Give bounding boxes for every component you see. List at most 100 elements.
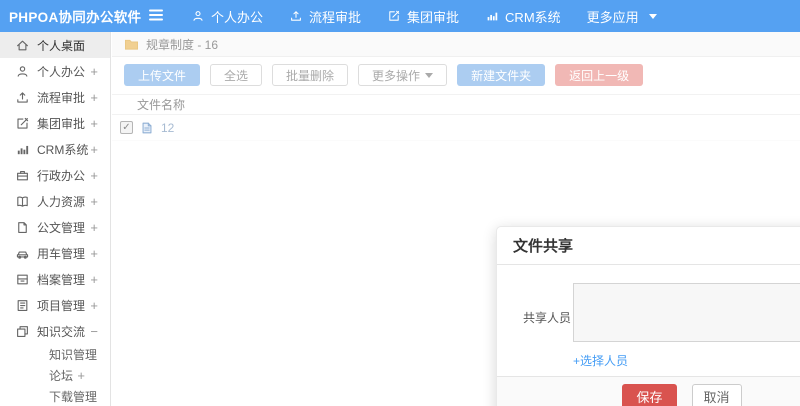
chart-icon xyxy=(15,142,30,157)
sidebar-item-label: 流程审批 xyxy=(37,90,86,105)
file-icon xyxy=(140,121,154,135)
topnav-item-4[interactable]: CRM系统 xyxy=(472,0,574,32)
file-row: ✓ 12 xyxy=(112,115,800,141)
breadcrumb-label: 规章制度 - 16 xyxy=(146,37,219,52)
folder-icon xyxy=(124,38,139,51)
expand-icon[interactable]: + xyxy=(90,299,98,312)
top-nav: 个人办公 流程审批 集团审批 CRM系统 更多应用 xyxy=(178,0,670,32)
hamburger-menu-icon[interactable] xyxy=(148,8,164,27)
upload-icon xyxy=(15,90,30,105)
sidebar-item-label: 公文管理 xyxy=(37,220,86,235)
save-button[interactable]: 保存 xyxy=(622,384,677,406)
project-icon xyxy=(15,298,30,313)
car-icon xyxy=(15,246,30,261)
toolbar-button-2[interactable]: 全选 xyxy=(210,64,263,86)
caret-down-icon xyxy=(648,13,657,19)
expand-icon[interactable]: + xyxy=(90,195,98,208)
sidebar-item-9[interactable]: 用车管理 + xyxy=(0,240,110,266)
expand-icon[interactable]: + xyxy=(90,117,98,130)
edit-icon xyxy=(387,9,401,23)
sidebar-item-label: 用车管理 xyxy=(37,246,86,261)
toolbar-button-label: 上传文件 xyxy=(138,68,187,83)
sidebar-item-label: 项目管理 xyxy=(37,298,86,313)
topnav-item-5[interactable]: 更多应用 xyxy=(574,0,670,32)
file-name[interactable]: 12 xyxy=(161,121,174,135)
edit-icon xyxy=(15,116,30,131)
sidebar-item-7[interactable]: 人力资源 + xyxy=(0,188,110,214)
home-icon xyxy=(15,38,30,53)
select-members-link[interactable]: +选择人员 xyxy=(573,352,628,369)
topnav-item-2[interactable]: 流程审批 xyxy=(276,0,374,32)
toolbar-button-label: 更多操作 xyxy=(372,68,421,83)
sidebar-item-3[interactable]: 流程审批 + xyxy=(0,84,110,110)
sidebar: 个人桌面 个人办公 + 流程审批 + 集团审批 + CRM系统 + 行政办公 + 人力资源 + 公文管理 +… xyxy=(0,32,111,406)
expand-icon[interactable]: + xyxy=(90,273,98,286)
sidebar-item-6[interactable]: 行政办公 + xyxy=(0,162,110,188)
sidebar-subitem-label: 知识管理 xyxy=(49,348,98,362)
expand-icon[interactable]: + xyxy=(90,247,98,260)
sidebar-item-label: 集团审批 xyxy=(37,116,86,131)
toolbar: 上传文件 全选 批量删除 更多操作 新建文件夹 返回上一级 xyxy=(112,57,800,87)
breadcrumb: 规章制度 - 16 xyxy=(112,32,800,57)
share-members-input[interactable] xyxy=(573,283,800,342)
sidebar-item-4[interactable]: 集团审批 + xyxy=(0,110,110,136)
sidebar-subitem-3[interactable]: 下载管理 xyxy=(0,386,110,406)
toolbar-button-3[interactable]: 批量删除 xyxy=(272,64,349,86)
toolbar-button-5[interactable]: 新建文件夹 xyxy=(457,64,546,86)
book-icon xyxy=(15,194,30,209)
dialog-title: 文件共享 xyxy=(513,238,574,255)
toolbar-button-4[interactable]: 更多操作 xyxy=(358,64,448,86)
dialog-footer: 保存 取消 xyxy=(497,376,800,406)
expand-icon[interactable]: + xyxy=(90,221,98,234)
sidebar-item-1[interactable]: 个人桌面 xyxy=(0,32,110,58)
toolbar-button-label: 全选 xyxy=(224,68,249,83)
upload-icon xyxy=(289,9,303,23)
sidebar-subitem-1[interactable]: 知识管理 xyxy=(0,344,110,365)
dialog-header: 文件共享 xyxy=(497,227,800,265)
share-members-label: 共享人员 xyxy=(523,311,572,325)
topnav-item-label: 流程审批 xyxy=(309,9,362,25)
archive-icon xyxy=(15,272,30,287)
file-share-dialog: 文件共享 共享人员 +选择人员 保存 取消 xyxy=(496,226,800,406)
sidebar-subitem-2[interactable]: 论坛 + xyxy=(0,365,110,386)
collapse-icon[interactable]: − xyxy=(90,325,98,338)
topnav-item-3[interactable]: 集团审批 xyxy=(374,0,472,32)
sidebar-item-5[interactable]: CRM系统 + xyxy=(0,136,110,162)
chart-icon xyxy=(485,9,499,23)
cancel-button[interactable]: 取消 xyxy=(691,384,742,406)
sidebar-item-11[interactable]: 项目管理 + xyxy=(0,292,110,318)
app-brand: PHPOA协同办公软件 xyxy=(9,10,142,25)
expand-icon[interactable]: + xyxy=(90,143,98,156)
sidebar-item-label: 知识交流 xyxy=(37,324,86,339)
row-checkbox[interactable]: ✓ xyxy=(120,121,133,134)
expand-icon[interactable]: + xyxy=(77,369,85,382)
sidebar-subitem-label: 下载管理 xyxy=(49,390,98,404)
sidebar-item-10[interactable]: 档案管理 + xyxy=(0,266,110,292)
share-icon xyxy=(15,324,30,339)
doc-icon xyxy=(15,220,30,235)
sidebar-item-8[interactable]: 公文管理 + xyxy=(0,214,110,240)
sidebar-item-label: 档案管理 xyxy=(37,272,86,287)
expand-icon[interactable]: + xyxy=(90,65,98,78)
toolbar-button-1[interactable]: 上传文件 xyxy=(124,64,201,86)
user-icon xyxy=(191,9,205,23)
topnav-item-1[interactable]: 个人办公 xyxy=(178,0,276,32)
table-header: 文件名称 xyxy=(112,94,800,115)
toolbar-button-6[interactable]: 返回上一级 xyxy=(555,64,644,86)
topnav-item-label: CRM系统 xyxy=(505,9,561,25)
file-list: ✓ 12 xyxy=(112,115,800,141)
expand-icon[interactable]: + xyxy=(90,91,98,104)
dialog-body: 共享人员 +选择人员 xyxy=(497,265,800,370)
expand-icon[interactable]: + xyxy=(90,169,98,182)
sidebar-subitem-label: 论坛 xyxy=(49,369,74,383)
topnav-item-label: 集团审批 xyxy=(407,9,460,25)
topnav-item-label: 个人办公 xyxy=(211,9,264,25)
column-header-filename: 文件名称 xyxy=(137,98,186,112)
user-icon xyxy=(15,64,30,79)
sidebar-item-2[interactable]: 个人办公 + xyxy=(0,58,110,84)
toolbar-button-label: 批量删除 xyxy=(286,68,335,83)
sidebar-item-label: 个人办公 xyxy=(37,64,86,79)
sidebar-item-label: 个人桌面 xyxy=(37,38,86,53)
sidebar-item-12[interactable]: 知识交流 − xyxy=(0,318,110,344)
topbar: PHPOA协同办公软件 个人办公 流程审批 集团审批 CRM系统 更多应用 xyxy=(0,0,800,32)
